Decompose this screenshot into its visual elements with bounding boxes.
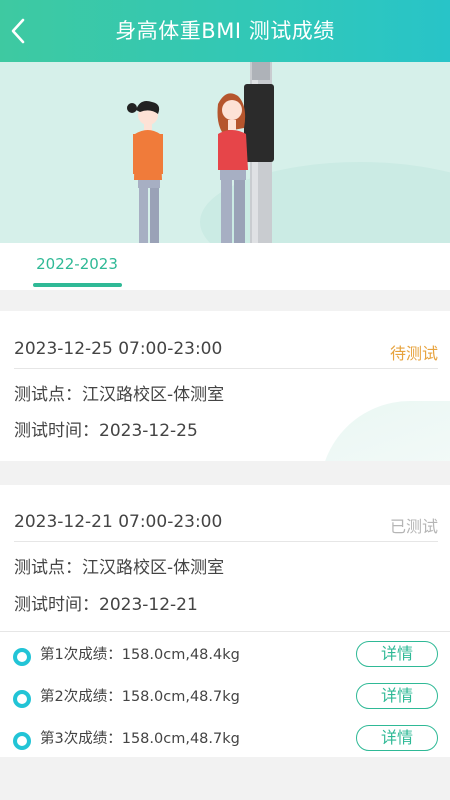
divider <box>14 368 438 369</box>
result-row: 第2次成绩：158.0cm,48.7kg 详情 <box>0 683 450 713</box>
details-button[interactable]: 详情 <box>356 725 438 751</box>
circle-marker-icon <box>13 690 31 708</box>
banner-illustration <box>0 62 450 243</box>
record-date: 2023-12-21 07:00-23:00 <box>14 512 223 532</box>
circle-marker-icon <box>13 732 31 750</box>
divider <box>14 541 438 542</box>
circle-marker-icon <box>13 648 31 666</box>
divider <box>0 631 450 632</box>
measurement-illustration <box>0 62 450 243</box>
tab-2022-2023[interactable]: 2022-2023 <box>33 255 121 273</box>
details-button[interactable]: 详情 <box>356 683 438 709</box>
record-test-time: 测试时间：2023-12-25 <box>14 421 198 441</box>
test-record-card[interactable]: 2023-12-25 07:00-23:00 待测试 测试点：江汉路校区-体测室… <box>0 311 450 461</box>
result-row: 第1次成绩：158.0cm,48.4kg 详情 <box>0 641 450 671</box>
card-decoration <box>320 401 450 461</box>
test-record-card[interactable]: 2023-12-21 07:00-23:00 已测试 测试点：江汉路校区-体测室… <box>0 485 450 757</box>
record-date: 2023-12-25 07:00-23:00 <box>14 339 223 359</box>
top-bar: 身高体重BMI 测试成绩 <box>0 0 450 62</box>
status-badge: 待测试 <box>389 344 438 363</box>
result-label: 第3次成绩：158.0cm,48.7kg <box>40 731 240 747</box>
record-location: 测试点：江汉路校区-体测室 <box>14 385 225 405</box>
result-label: 第2次成绩：158.0cm,48.7kg <box>40 689 240 705</box>
record-location: 测试点：江汉路校区-体测室 <box>14 558 225 578</box>
year-tab-bar: 2022-2023 <box>0 243 450 290</box>
page-title: 身高体重BMI 测试成绩 <box>115 19 335 43</box>
status-badge: 已测试 <box>389 517 438 536</box>
result-label: 第1次成绩：158.0cm,48.4kg <box>40 647 240 663</box>
record-test-time: 测试时间：2023-12-21 <box>14 595 198 615</box>
tab-active-indicator <box>33 283 122 287</box>
details-button[interactable]: 详情 <box>356 641 438 667</box>
result-row: 第3次成绩：158.0cm,48.7kg 详情 <box>0 725 450 755</box>
